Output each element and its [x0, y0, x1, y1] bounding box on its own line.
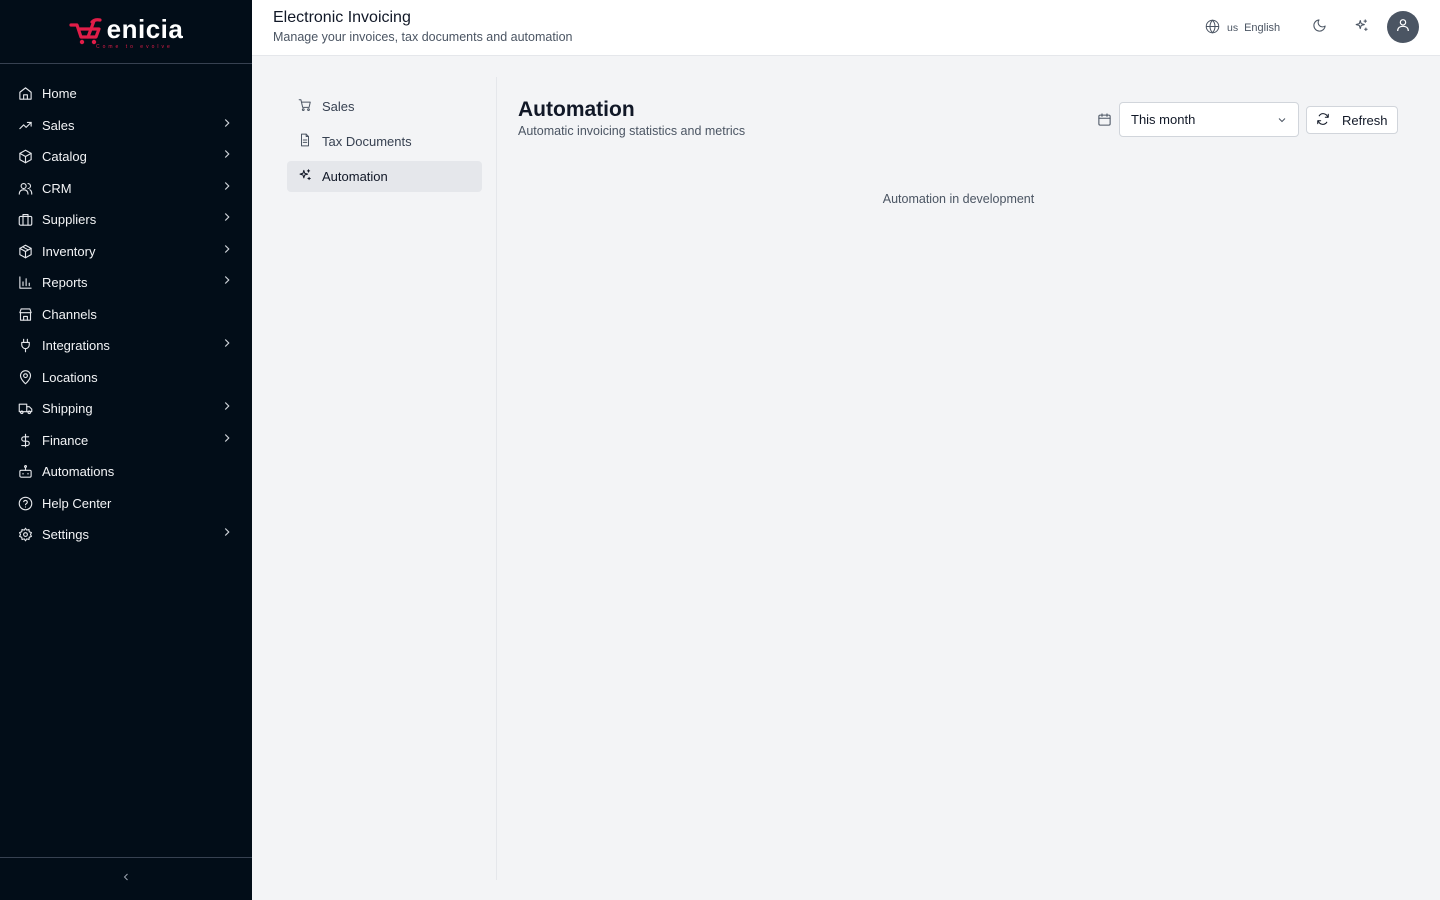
- chevron-right-icon: [220, 179, 234, 198]
- sidebar-item-inventory[interactable]: Inventory: [0, 236, 252, 268]
- cart-logo-icon: [69, 17, 102, 44]
- sidebar-item-label: Inventory: [42, 243, 96, 259]
- section-title: Automation: [518, 98, 635, 121]
- sidebar-collapse-button[interactable]: [0, 857, 252, 900]
- section-subtitle: Automatic invoicing statistics and metri…: [518, 124, 746, 138]
- sidebar-item-suppliers[interactable]: Suppliers: [0, 204, 252, 236]
- refresh-icon: [1316, 112, 1342, 129]
- sidebar-item-help-center[interactable]: Help Center: [0, 488, 252, 520]
- truck-icon: [18, 401, 33, 416]
- sidebar-item-label: CRM: [42, 180, 72, 196]
- box-icon: [18, 149, 33, 164]
- subnav-item-label: Tax Documents: [322, 134, 412, 149]
- sidebar-item-settings[interactable]: Settings: [0, 519, 252, 551]
- sidebar-item-home[interactable]: Home: [0, 78, 252, 110]
- logo-tagline: Come to evolve: [96, 44, 173, 50]
- chevron-right-icon: [220, 525, 234, 544]
- sparkles-icon: [298, 168, 322, 185]
- bar-chart-icon: [18, 275, 33, 290]
- plug-icon: [18, 338, 33, 353]
- chevron-down-icon: [1276, 114, 1288, 129]
- map-pin-icon: [18, 369, 33, 385]
- sidebar-item-locations[interactable]: Locations: [0, 362, 252, 394]
- bot-icon: [18, 464, 33, 479]
- chevron-left-icon: [120, 870, 132, 888]
- period-select-value: This month: [1131, 112, 1196, 127]
- sidebar-item-label: Channels: [42, 306, 97, 322]
- chevron-right-icon: [220, 242, 234, 261]
- page-subtitle: Manage your invoices, tax documents and …: [273, 30, 573, 44]
- sidebar-item-integrations[interactable]: Integrations: [0, 330, 252, 362]
- language-selector[interactable]: us English: [1205, 19, 1280, 37]
- chevron-right-icon: [220, 116, 234, 135]
- home-icon: [18, 86, 33, 101]
- ai-assistant-button[interactable]: [1352, 19, 1370, 37]
- store-icon: [18, 307, 33, 322]
- file-icon: [298, 133, 322, 150]
- globe-icon: [1205, 19, 1227, 37]
- sidebar-item-crm[interactable]: CRM: [0, 173, 252, 205]
- chevron-right-icon: [220, 336, 234, 355]
- chevron-right-icon: [220, 431, 234, 450]
- sidebar-item-finance[interactable]: Finance: [0, 425, 252, 457]
- sidebar-item-label: Integrations: [42, 338, 110, 354]
- sidebar-item-reports[interactable]: Reports: [0, 267, 252, 299]
- language-label: English: [1244, 22, 1281, 34]
- sidebar-item-sales[interactable]: Sales: [0, 110, 252, 142]
- cart-icon: [298, 98, 322, 115]
- dollar-sign-icon: [18, 433, 33, 448]
- package-icon: [18, 244, 33, 259]
- subnav-item-label: Automation: [322, 169, 388, 184]
- sparkles-icon: [1354, 18, 1369, 38]
- subnav-item-tax-documents[interactable]: Tax Documents: [287, 126, 482, 157]
- sidebar-item-label: Help Center: [42, 495, 112, 511]
- sidebar-item-catalog[interactable]: Catalog: [0, 141, 252, 173]
- empty-state-message: Automation in development: [882, 192, 1035, 206]
- theme-toggle-button[interactable]: [1310, 19, 1328, 37]
- refresh-label: Refresh: [1342, 112, 1388, 128]
- sidebar: enicia Come to evolve Home Sales Catalog…: [0, 0, 252, 900]
- sidebar-item-shipping[interactable]: Shipping: [0, 393, 252, 425]
- briefcase-icon: [18, 212, 33, 227]
- sidebar-item-label: Settings: [42, 527, 89, 543]
- sidebar-item-label: Sales: [42, 117, 75, 133]
- chevron-right-icon: [220, 273, 234, 292]
- page-title: Electronic Invoicing: [273, 9, 411, 26]
- user-icon: [1395, 17, 1411, 38]
- sidebar-item-label: Home: [42, 86, 77, 102]
- help-circle-icon: [18, 496, 33, 511]
- sidebar-item-label: Automations: [42, 464, 115, 480]
- subnav-item-label: Sales: [322, 99, 355, 114]
- sidebar-item-label: Shipping: [42, 401, 93, 417]
- top-header: Electronic Invoicing Manage your invoice…: [252, 0, 1440, 56]
- logo[interactable]: enicia: [69, 14, 184, 47]
- language-code: us: [1227, 22, 1239, 34]
- users-icon: [18, 181, 33, 196]
- subnav-item-sales[interactable]: Sales: [287, 91, 482, 122]
- sidebar-item-label: Catalog: [42, 149, 87, 165]
- logo-text: enicia: [106, 14, 184, 44]
- chevron-right-icon: [220, 399, 234, 418]
- trending-up-icon: [18, 118, 33, 133]
- avatar[interactable]: [1387, 11, 1419, 43]
- sidebar-item-label: Finance: [42, 432, 89, 448]
- gear-icon: [18, 527, 33, 542]
- chevron-right-icon: [220, 210, 234, 229]
- sidebar-item-label: Locations: [42, 369, 98, 385]
- period-select[interactable]: This month: [1119, 102, 1299, 137]
- sidebar-item-label: Reports: [42, 275, 88, 291]
- sidebar-item-automations[interactable]: Automations: [0, 456, 252, 488]
- sidebar-nav: Home Sales Catalog CRM Suppliers Invento…: [0, 64, 252, 551]
- sidebar-item-channels[interactable]: Channels: [0, 299, 252, 331]
- subnav-item-automation[interactable]: Automation: [287, 161, 482, 192]
- moon-icon: [1312, 18, 1327, 38]
- sidebar-item-label: Suppliers: [42, 212, 97, 228]
- logo-area: enicia: [0, 0, 252, 64]
- chevron-right-icon: [220, 147, 234, 166]
- invoicing-subnav: Sales Tax Documents Automation: [287, 91, 482, 196]
- refresh-button[interactable]: Refresh: [1306, 106, 1398, 134]
- calendar-icon: [1097, 112, 1112, 127]
